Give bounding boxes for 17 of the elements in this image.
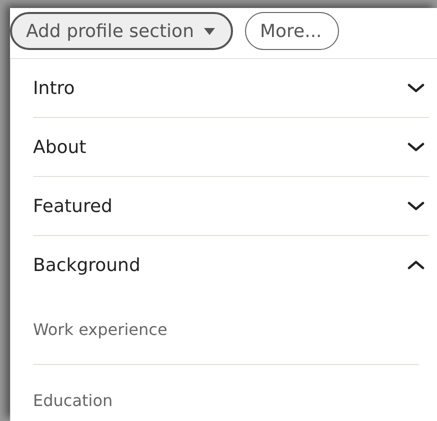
- section-header[interactable]: Featured: [33, 177, 429, 236]
- chevron-down-icon[interactable]: [407, 142, 425, 152]
- add-section-button[interactable]: Add profile section: [10, 12, 233, 50]
- chevron-up-icon[interactable]: [407, 260, 425, 270]
- section-title: Featured: [33, 196, 112, 216]
- section-header[interactable]: Background: [33, 236, 429, 294]
- chevron-down-icon[interactable]: [407, 201, 425, 211]
- caret-icon: [204, 28, 215, 34]
- section-title: Background: [33, 254, 140, 276]
- chevron-down-icon[interactable]: [407, 83, 425, 93]
- more-button[interactable]: More...: [244, 12, 339, 50]
- menu-item[interactable]: Work experience: [33, 320, 168, 338]
- section-header[interactable]: About: [33, 118, 429, 177]
- section-title: Intro: [33, 78, 75, 98]
- menu-item[interactable]: Education: [33, 390, 113, 410]
- section-header[interactable]: Intro: [33, 59, 429, 118]
- section-title: About: [33, 136, 86, 158]
